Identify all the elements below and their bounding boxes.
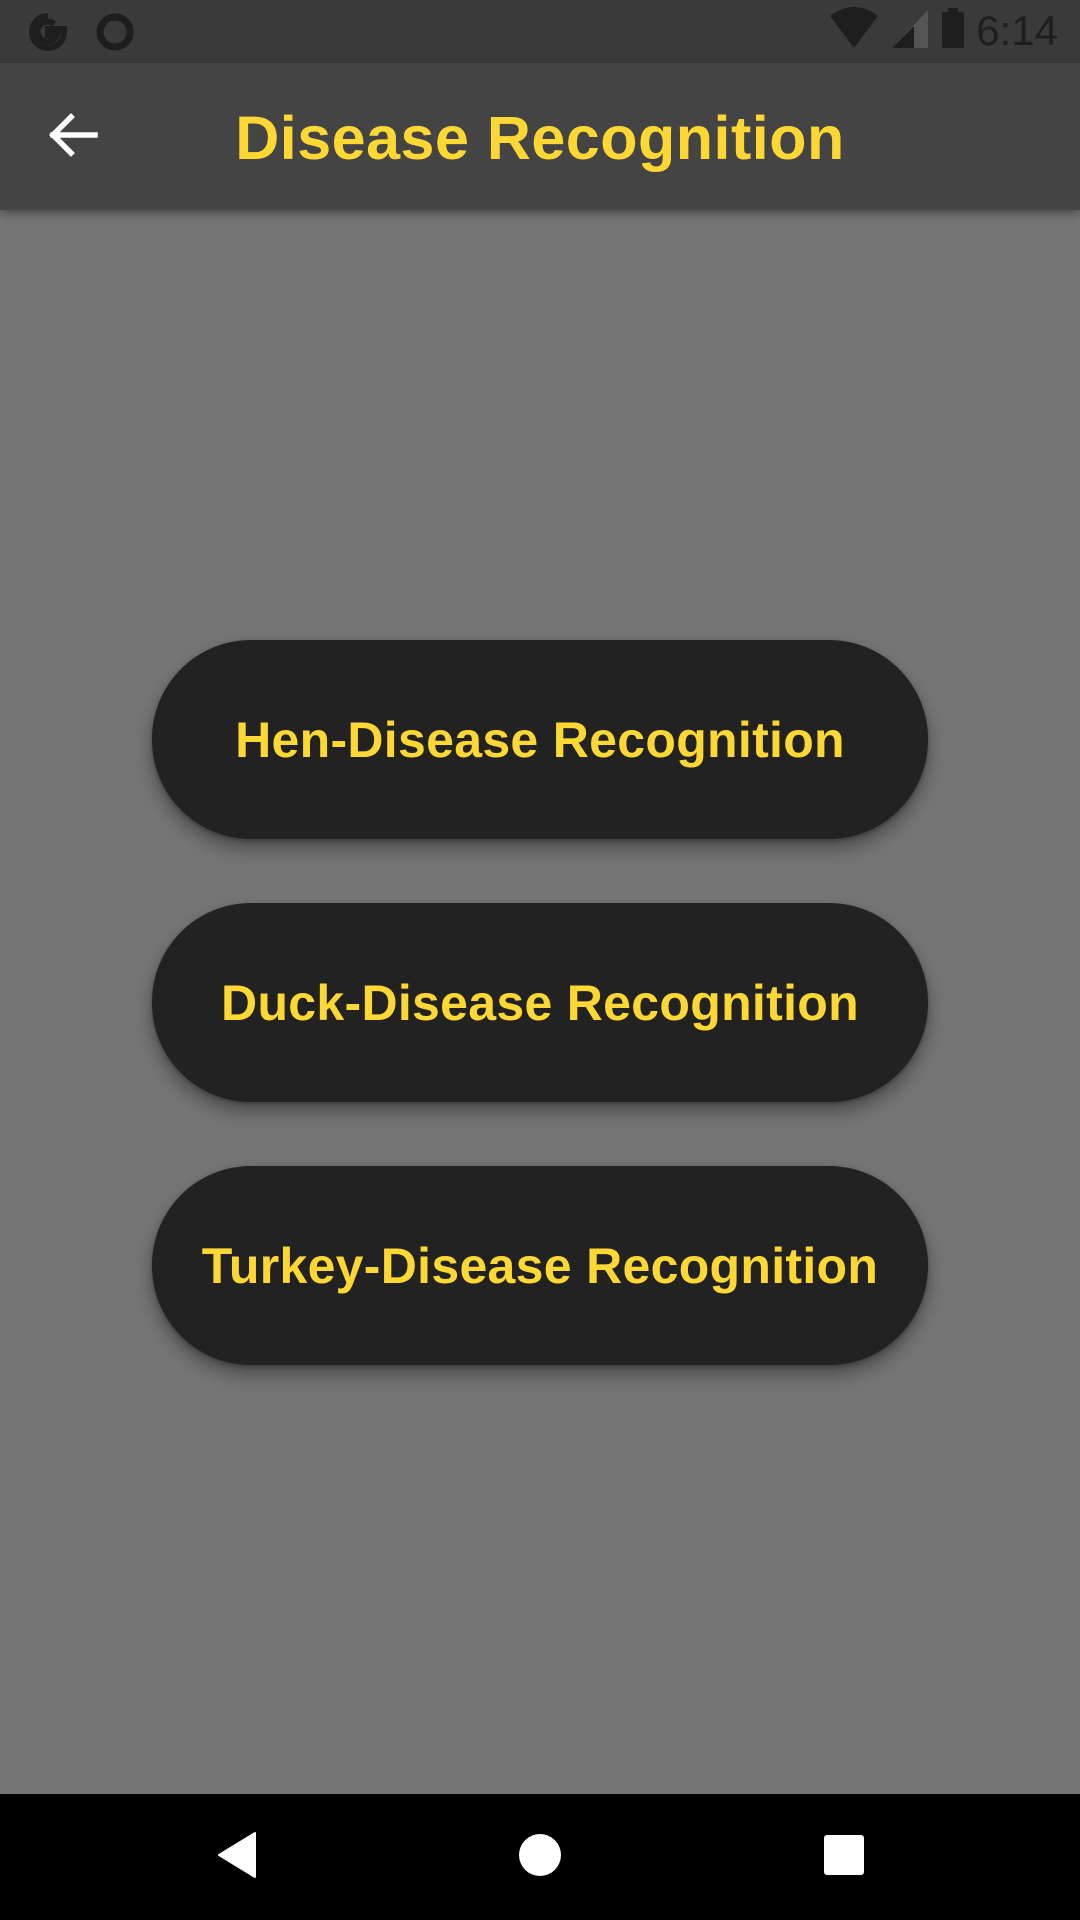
circle-notification-icon <box>94 11 136 58</box>
battery-icon <box>940 6 966 55</box>
nav-home-button[interactable] <box>500 1817 580 1897</box>
status-right: 6:14 <box>828 6 1058 55</box>
nav-home-icon <box>517 1832 563 1883</box>
app-bar: Disease Recognition <box>0 63 1080 210</box>
duck-button-label: Duck-Disease Recognition <box>221 974 859 1031</box>
duck-disease-recognition-button[interactable]: Duck-Disease Recognition <box>152 903 928 1102</box>
google-icon <box>26 10 70 59</box>
turkey-button-label: Turkey-Disease Recognition <box>201 1237 879 1294</box>
turkey-disease-recognition-button[interactable]: Turkey-Disease Recognition <box>152 1166 928 1365</box>
nav-back-icon <box>215 1830 261 1885</box>
hen-button-label: Hen-Disease Recognition <box>235 711 845 768</box>
navigation-bar <box>0 1794 1080 1920</box>
page-title: Disease Recognition <box>235 104 845 172</box>
wifi-icon <box>828 6 880 55</box>
status-bar: 6:14 <box>0 0 1080 63</box>
status-left <box>26 10 136 59</box>
nav-back-button[interactable] <box>198 1817 278 1897</box>
nav-recents-button[interactable] <box>804 1817 884 1897</box>
signal-icon <box>890 6 930 55</box>
hen-disease-recognition-button[interactable]: Hen-Disease Recognition <box>152 640 928 839</box>
nav-recents-icon <box>823 1834 865 1881</box>
screen: 6:14 Disease Recognition Hen-Disease Rec… <box>0 0 1080 1920</box>
status-time: 6:14 <box>976 6 1058 54</box>
